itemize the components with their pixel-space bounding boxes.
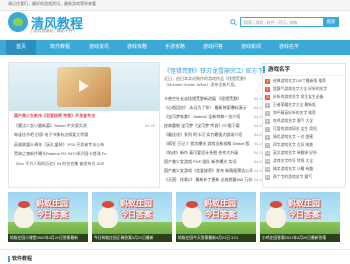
panel-header: 游戏名字 xyxy=(263,64,345,76)
thumbnail-card[interactable]: 蚂蚁庄园 今日答案 蚂蚁庄园今天答案最新4月21日 3.21 xyxy=(176,192,256,242)
nav-software-tutorials[interactable]: 软件教程 xyxy=(40,40,80,55)
rank-number: 10 xyxy=(265,150,270,156)
chicken-mascot-icon xyxy=(266,201,286,228)
main-nav: 首页 软件教程 游戏资讯 游戏攻略 手游攻略 游戏问答 游戏新闻 游戏名字 xyxy=(0,40,350,55)
thumbnail-title: 蚂蚁庄园 xyxy=(36,199,68,208)
thumbnail-card[interactable]: 蚂蚁庄园 今日答案 今日蚂蚁庄园正确答案4月21日最新 xyxy=(92,192,172,242)
ranking-list: 1 经典游戏名字100个最新版 推荐 2 超霸气游戏名字大全 好听的名字 3 好听的游… xyxy=(263,77,345,181)
thumbnail-subtitle: 今日答案 xyxy=(288,210,320,219)
ranking-item[interactable]: 4 王者荣耀名字大全 最新版 xyxy=(263,101,345,109)
search-icon xyxy=(230,19,237,26)
hero-list-item[interactable]: 《Arc 不为人知的历史》IN 时光合集 被发布为 3GP xyxy=(9,159,159,169)
nav-game-news[interactable]: 游戏资讯 xyxy=(80,40,118,55)
hero-list-item[interactable]: 国产美少女新作《恋爱秘密 完美》开发者专访 xyxy=(9,111,159,121)
hero-banner[interactable] xyxy=(9,63,159,111)
rank-number: 5 xyxy=(265,110,270,116)
section-title[interactable]: 软件教程 xyxy=(12,255,32,262)
ranking-item[interactable]: 13 两个字的游戏名字 霸气 xyxy=(263,173,345,181)
hero-list-item[interactable]: 每逢佳节吧 旧版 电子书像有边缘要大特惠 xyxy=(9,130,159,140)
rank-number: 12 xyxy=(265,166,270,172)
rank-number: 6 xyxy=(265,118,270,124)
search-input[interactable]: 搜索 / 游戏 / 软件 / 资讯 / 攻略 xyxy=(240,17,324,27)
panel-header-bar xyxy=(263,66,265,73)
thumbnail-title: 蚂蚁庄园 xyxy=(288,199,320,208)
rank-number: 8 xyxy=(265,134,270,140)
ranking-item[interactable]: 2 超霸气游戏名字大全 好听的名字 xyxy=(263,85,345,93)
section-marker xyxy=(8,256,10,262)
logo-icon[interactable] xyxy=(8,12,28,32)
rank-number: 3 xyxy=(265,94,270,100)
thumbnail-card[interactable]: 蚂蚁庄园 今日答案 蚂蚁庄园小课堂2021年4月21日答案最新 xyxy=(8,192,88,242)
ranking-item[interactable]: 6 吃鸡游戏名字 霸气 大全 xyxy=(263,117,345,125)
thumbnail-subtitle: 今日答案 xyxy=(204,210,236,219)
headline-summary: 近日，由日本实况制作的游戏作品《怪猎荒野》（Monster Hunter Wil… xyxy=(164,76,248,87)
list-item[interactable]: 《最佳化》系列 阿卡可 实力最强大剧场介绍 04-22 xyxy=(164,130,264,139)
chicken-mascot-icon xyxy=(14,201,34,228)
hero-list-item[interactable]: 黑暗之魂新作曝光Radeon RX 9070系列显卡首测 Fri xyxy=(9,149,159,159)
rank-number: 13 xyxy=(265,174,270,180)
thumbnail-title: 蚂蚁庄园 xyxy=(120,199,152,208)
hero-list: 国产美少女新作《恋爱秘密 完美》开发者专访 《魔法少女小圆新篇》Switch 中… xyxy=(9,111,159,168)
search-button[interactable]: 搜索 xyxy=(323,17,339,27)
rank-number: 9 xyxy=(265,142,270,148)
rank-number: 2 xyxy=(265,86,270,92)
thumbnail-subtitle: 今日答案 xyxy=(36,210,68,219)
thumbnail-caption[interactable]: 蚂蚁庄园今天答案最新4月21日 3.21 xyxy=(176,234,256,242)
list-item[interactable]: 《天国：拯救2》 最新补丁更新 达成销量500 万份 04-22 xyxy=(164,175,264,184)
ranking-item[interactable]: 9 四字游戏名字 古风 唯美 xyxy=(263,141,345,149)
top-strip-text: 请记住我们，最好的游戏资讯、最新游戏等你来看 xyxy=(8,1,96,6)
thumbnail-caption[interactable]: 小鸡庄园答案2021年4月20日最新答案 xyxy=(260,234,340,242)
top-strip: 请记住我们，最好的游戏资讯、最新游戏等你来看 xyxy=(0,0,350,11)
list-item[interactable]: 经典重制 宝可梦《宝可梦 传说》PC版下载 04-22 xyxy=(164,121,264,130)
list-item[interactable]: 国产美少女游戏 PVE 组队 新作曝光 实况 04-22 xyxy=(164,157,264,166)
list-item[interactable]: 《轨迹》新作 真可爱设计多图 合作大升级 04-22 xyxy=(164,148,264,157)
news-list: 卡普空社长谈怪猎荒野新进展 《怪猎荒野》 04-22 《心相回应》-永远为了你！ … xyxy=(164,94,264,184)
panel-title[interactable]: 游戏名字 xyxy=(268,65,290,73)
site-logo-subtitle: ( 游戏攻略站 , 精彩不停 ) xyxy=(31,28,76,33)
list-item[interactable]: 《心相回应》-永远为了你！ 最新独家爆料演示 04-22 xyxy=(164,103,264,112)
thumbnail-subtitle: 今日答案 xyxy=(120,210,152,219)
list-item[interactable]: 《宝可梦朱紫》 Switch2 全新特典一览介绍 04-22 xyxy=(164,112,264,121)
ranking-item[interactable]: 1 经典游戏名字100个最新版 推荐 xyxy=(263,77,345,85)
chicken-mascot-icon xyxy=(98,201,118,228)
list-item[interactable]: 卡普空社长谈怪猎荒野新进展 《怪猎荒野》 04-22 xyxy=(164,94,264,103)
rank-number: 7 xyxy=(265,126,270,132)
ranking-item[interactable]: 12 搞笑游戏名字 沙雕 有趣 xyxy=(263,165,345,173)
nav-mobile-guides[interactable]: 手游攻略 xyxy=(156,40,194,55)
rank-number: 11 xyxy=(265,158,270,164)
section-divider xyxy=(0,249,350,264)
thumbnail-caption[interactable]: 蚂蚁庄园小课堂2021年4月21日答案最新 xyxy=(8,234,88,242)
ranking-item[interactable]: 10 英文游戏名字 带翻译 好听 xyxy=(263,149,345,157)
play-icon xyxy=(79,80,89,92)
list-item[interactable]: 《疯狂 日记 》首次曝光 游戏全新攻略 Switch 版 04-22 xyxy=(164,139,264,148)
ranking-item[interactable]: 7 可爱的游戏网名 女生 简短 xyxy=(263,125,345,133)
chicken-mascot-icon xyxy=(182,201,202,228)
ranking-item[interactable]: 11 游戏名字符号 特殊 大全 xyxy=(263,157,345,165)
thumbnail-caption[interactable]: 今日蚂蚁庄园正确答案4月21日最新 xyxy=(92,234,172,242)
hero-list-item[interactable]: 英雄联盟20周年《英礼盒装》 PS5 开发者专访公布 xyxy=(9,140,159,150)
nav-game-reports[interactable]: 游戏新闻 xyxy=(232,40,270,55)
ranking-item[interactable]: 8 情侣游戏名字 一对 甜蜜 xyxy=(263,133,345,141)
ranking-item[interactable]: 3 好听的游戏名字 男生女生必备 xyxy=(263,93,345,101)
game-names-panel: 游戏名字 1 经典游戏名字100个最新版 推荐 2 超霸气游戏名字大全 好听的名字 … xyxy=(262,63,346,188)
nav-game-qa[interactable]: 游戏问答 xyxy=(194,40,232,55)
ranking-item[interactable]: 5 和平精英好听的名字 推荐 xyxy=(263,109,345,117)
thumbnail-card[interactable]: 蚂蚁庄园 今日答案 小鸡庄园答案2021年4月20日最新答案 xyxy=(260,192,340,242)
hero-panel: 国产美少女新作《恋爱秘密 完美》开发者专访 《魔法少女小圆新篇》Switch 中… xyxy=(8,62,160,188)
nav-game-names[interactable]: 游戏名字 xyxy=(270,40,308,55)
nav-game-guides[interactable]: 游戏攻略 xyxy=(118,40,156,55)
rank-number: 4 xyxy=(265,102,270,108)
hero-list-item[interactable]: 《魔法少女小圆新篇》Switch 中文版实测 04-22 xyxy=(9,121,159,131)
rank-number: 1 xyxy=(265,78,270,84)
thumbnail-title: 蚂蚁庄园 xyxy=(204,199,236,208)
list-item[interactable]: 国产美少女游戏《恋爱秘密》发布 新情报预告公开 04-22 xyxy=(164,166,264,175)
nav-home[interactable]: 首页 xyxy=(6,40,36,55)
